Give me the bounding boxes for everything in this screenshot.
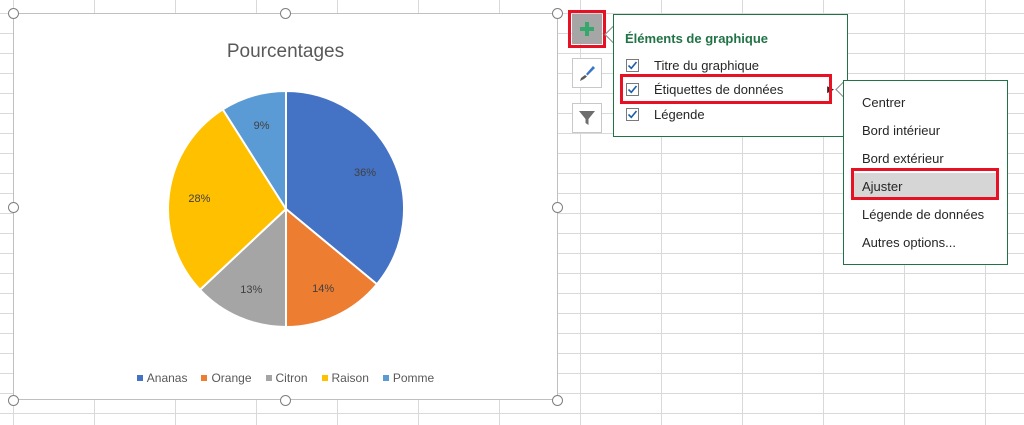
resize-handle-top-left[interactable] [8,8,19,19]
submenu-item-outside-end[interactable]: Bord extérieur [844,145,1007,171]
checkbox-data-labels[interactable] [626,82,639,96]
checkmark-icon [627,109,638,118]
legend-swatch [382,375,389,381]
legend-label: Ananas [146,371,188,385]
legend-label: Pomme [392,371,435,385]
data-label-orange[interactable]: 14% [312,283,334,295]
legend-swatch [265,375,272,381]
data-label-citron[interactable]: 13% [240,284,262,296]
paintbrush-icon [580,66,595,81]
panel-title: Éléments de graphique [625,31,769,46]
submenu-item-data-callout[interactable]: Légende de données [844,201,1007,227]
option-label: Étiquettes de données [654,81,784,97]
pie-chart[interactable]: 36% 14% 13% 28% 9% [14,14,559,401]
resize-handle-bottom[interactable] [280,395,291,406]
legend-swatch [136,375,143,381]
resize-handle-top-right[interactable] [552,8,563,19]
resize-handle-bottom-right[interactable] [552,395,563,406]
resize-handle-top[interactable] [280,8,291,19]
plus-icon [580,22,594,36]
resize-handle-bottom-left[interactable] [8,395,19,406]
submenu-item-more-options[interactable]: Autres options... [844,229,1007,255]
chart-legend[interactable]: Ananas Orange Citron Raison Pomme [14,371,557,385]
chart-area[interactable]: Pourcentages 36% 14% 13% 28% 9% Ananas Orang… [13,13,558,400]
data-label-raison[interactable]: 28% [188,193,210,205]
legend-item-ananas[interactable]: Ananas [136,371,188,385]
legend-item-orange[interactable]: Orange [201,371,252,385]
submenu-item-inside-end[interactable]: Bord intérieur [844,117,1007,143]
checkmark-icon [627,60,638,69]
checkbox-chart-title[interactable] [626,58,639,72]
legend-label: Raison [331,371,369,385]
chart-elements-panel: Éléments de graphique Titre du graphique… [613,14,848,137]
option-data-labels[interactable]: Étiquettes de données ▶ [626,79,836,99]
submenu-item-center[interactable]: Centrer [844,89,1007,115]
resize-handle-right[interactable] [552,202,563,213]
legend-item-citron[interactable]: Citron [265,371,308,385]
legend-label: Orange [211,371,252,385]
data-labels-submenu: Centrer Bord intérieur Bord extérieur Aj… [843,80,1008,265]
checkbox-legend[interactable] [626,107,639,121]
chart-elements-button[interactable] [572,14,602,44]
data-label-pomme[interactable]: 9% [254,120,270,132]
data-label-ananas[interactable]: 36% [354,167,376,179]
legend-item-raison[interactable]: Raison [321,371,369,385]
legend-swatch [321,375,328,381]
resize-handle-left[interactable] [8,202,19,213]
submenu-arrow-icon[interactable]: ▶ [827,84,834,95]
option-chart-title[interactable]: Titre du graphique [626,55,836,75]
chart-filters-button[interactable] [572,103,602,133]
checkmark-icon [627,84,638,93]
chart-styles-button[interactable] [572,58,602,88]
option-label: Titre du graphique [654,57,760,73]
option-label: Légende [654,106,705,122]
option-legend[interactable]: Légende [626,104,836,124]
funnel-icon [579,111,595,125]
legend-swatch [201,375,208,381]
legend-item-pomme[interactable]: Pomme [382,371,435,385]
legend-label: Citron [275,371,308,385]
submenu-item-best-fit[interactable]: Ajuster [852,173,997,199]
